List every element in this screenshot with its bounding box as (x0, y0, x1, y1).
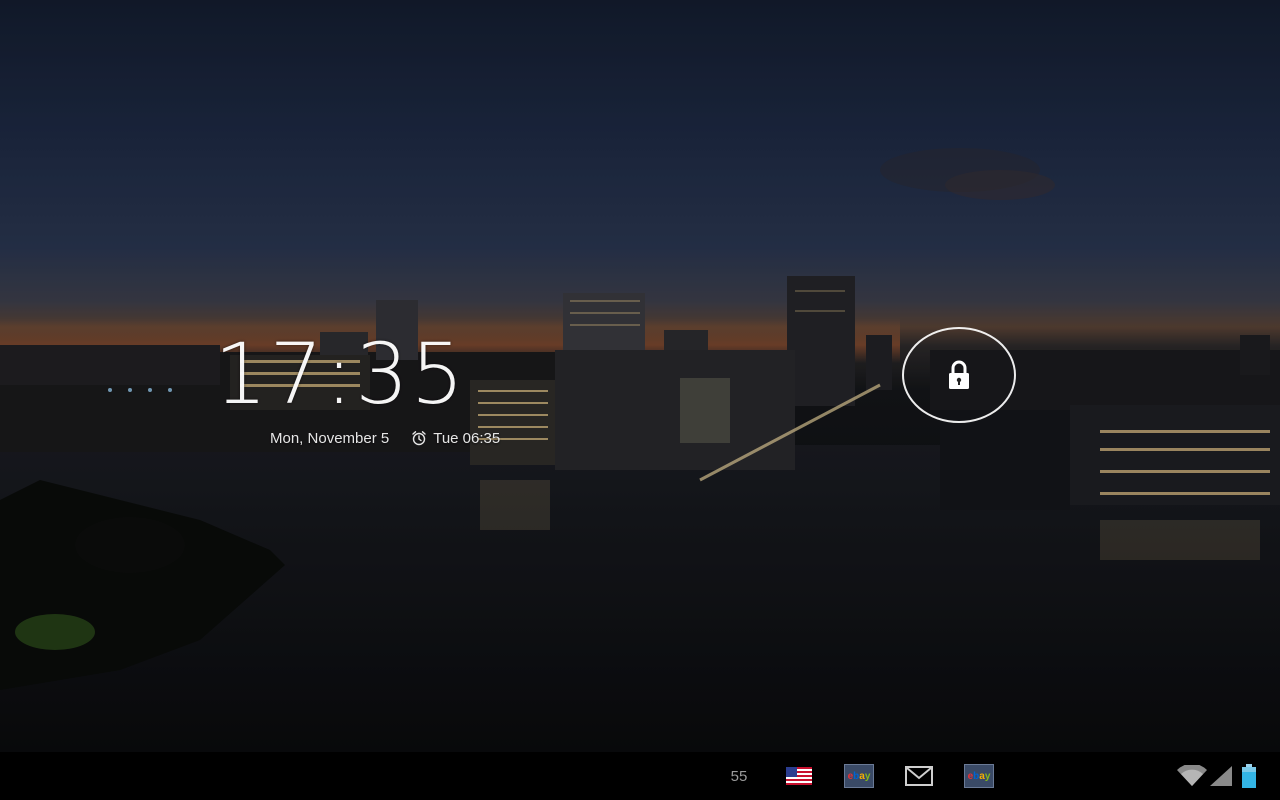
lock-icon (949, 360, 969, 389)
cell-signal-status[interactable] (1208, 752, 1234, 800)
lock-screen: 17:35 Mon, November 5 Tue 06:35 55 e b a… (0, 0, 1280, 800)
notification-ebay-1[interactable]: ebay (842, 752, 876, 800)
battery-status[interactable] (1238, 752, 1260, 800)
notification-gmail[interactable] (902, 752, 936, 800)
lockscreen-date: Mon, November 5 (270, 429, 390, 447)
alarm-time: Tue 06:35 (433, 429, 501, 447)
unlock-handle[interactable] (902, 327, 1016, 423)
wifi-status[interactable] (1174, 752, 1210, 800)
system-status-bar: 55 ebay ebay (0, 752, 1280, 800)
wifi-icon (1177, 765, 1207, 786)
battery-icon (1242, 764, 1256, 788)
cell-signal-icon (1210, 766, 1232, 786)
notification-ebay-2[interactable]: ebay (962, 752, 996, 800)
alarm-clock-icon (412, 431, 426, 446)
wallpaper-dim-overlay (0, 0, 1280, 752)
lockscreen-clock: 17:35 (214, 325, 467, 423)
next-alarm: Tue 06:35 (411, 430, 500, 447)
flag-us-icon (786, 767, 812, 785)
ebay-icon: ebay (844, 764, 874, 788)
gmail-icon (905, 766, 933, 786)
notification-count[interactable]: 55 (722, 752, 756, 800)
lockscreen-date-row: Mon, November 5 Tue 06:35 (270, 428, 500, 448)
ebay-icon: ebay (964, 764, 994, 788)
notification-flag-us[interactable] (784, 752, 814, 800)
